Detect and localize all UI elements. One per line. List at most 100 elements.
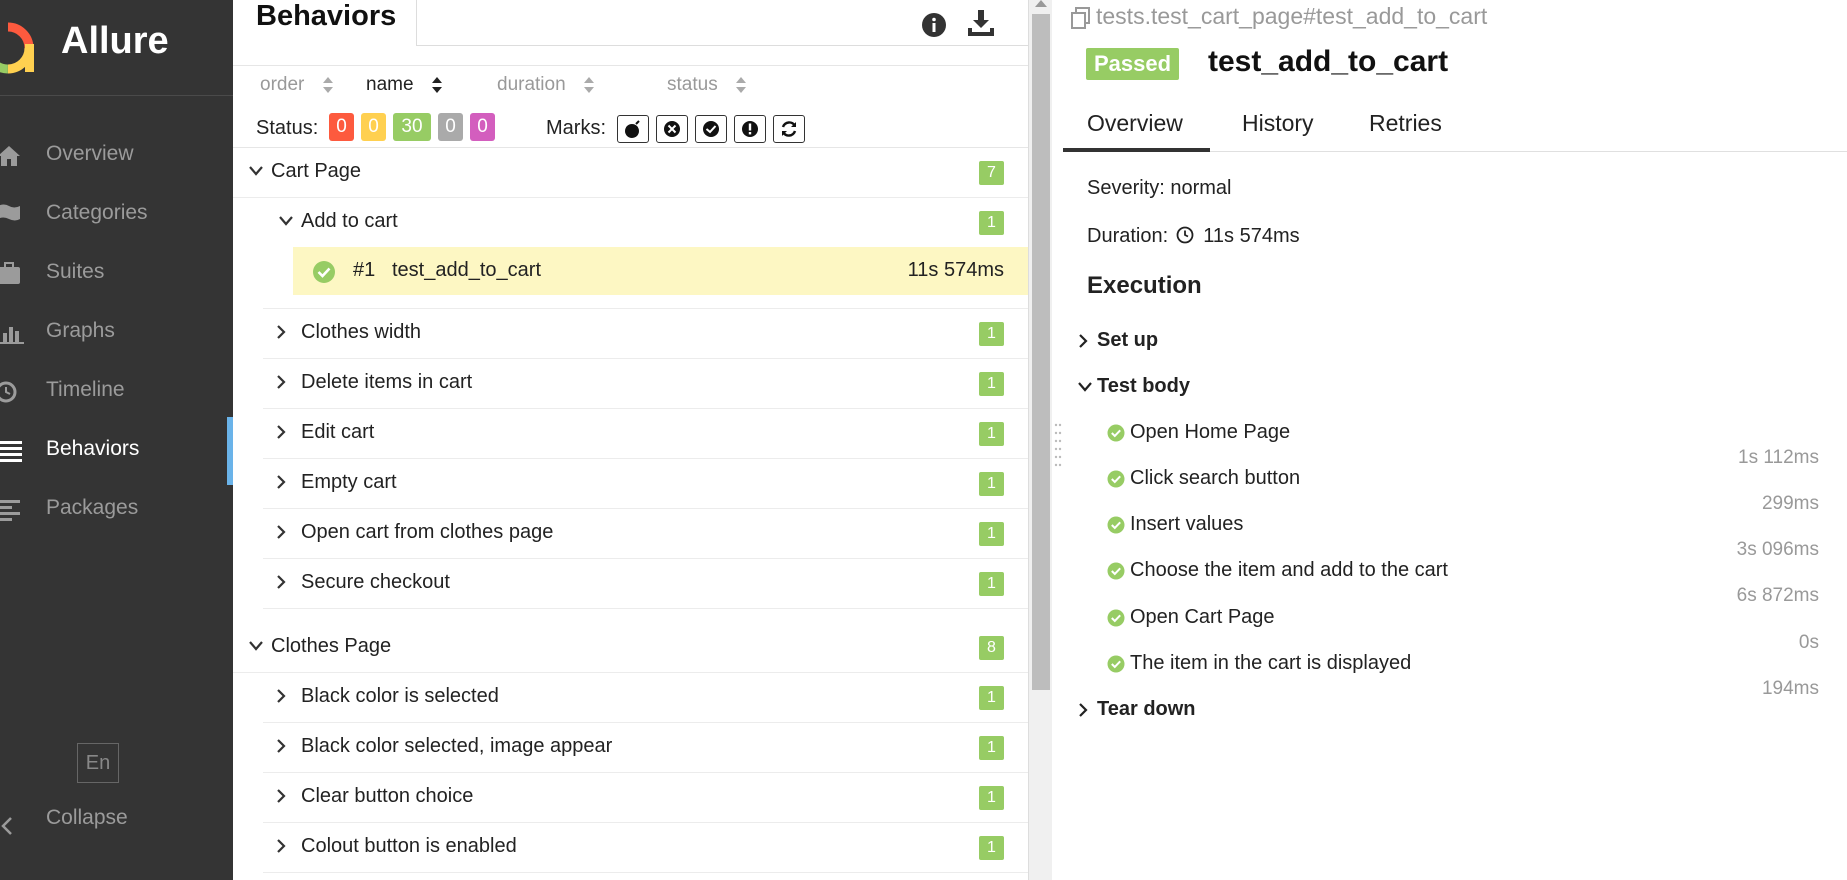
language-button[interactable]: En (77, 743, 119, 783)
count-badge: 1 (979, 736, 1004, 760)
step-row[interactable]: Insert values 3s 096ms (1063, 513, 1847, 562)
step-name: Insert values (1130, 513, 1244, 535)
download-icon[interactable] (966, 8, 996, 38)
group-row-cart-page[interactable]: Cart Page 7 (233, 148, 1028, 198)
info-icon[interactable] (921, 12, 947, 38)
nav-packages[interactable]: Packages (0, 482, 233, 538)
sort-by-name[interactable]: name (366, 74, 443, 96)
test-name: test_add_to_cart (392, 259, 541, 281)
chevron-left-icon (1, 817, 12, 835)
mark-new-passed-button[interactable] (695, 115, 727, 143)
nav-behaviors[interactable]: Behaviors (0, 417, 233, 485)
feature-label: Secure checkout (301, 571, 450, 593)
sort-ascending-icon (431, 76, 442, 93)
count-badge: 1 (979, 472, 1004, 496)
chevron-down-icon (279, 216, 293, 226)
step-name: Open Cart Page (1130, 606, 1275, 628)
scrollbar-thumb[interactable] (1032, 14, 1050, 690)
test-duration: 11s 574ms (907, 259, 1004, 281)
mark-new-broken-button[interactable] (734, 115, 766, 143)
step-row[interactable]: Choose the item and add to the cart 6s 8… (1063, 559, 1847, 608)
feature-label: Delete items in cart (301, 371, 473, 393)
sort-label: name (366, 74, 414, 95)
step-row[interactable]: Open Home Page 1s 112ms (1063, 421, 1847, 470)
test-row-selected[interactable]: #1 test_add_to_cart 11s 574ms (293, 247, 1028, 295)
nav-suites[interactable]: Suites (0, 246, 233, 302)
nav-graphs[interactable]: Graphs (0, 305, 233, 361)
feature-row-black-color[interactable]: Black color is selected 1 (263, 673, 1028, 723)
marks-filter-label: Marks: (546, 117, 606, 139)
page-title: Behaviors (256, 0, 397, 32)
feature-row-clear-button[interactable]: Clear button choice 1 (263, 773, 1028, 823)
nav-overview[interactable]: Overview (0, 128, 233, 184)
chevron-right-icon (277, 375, 286, 389)
feature-row-clothes-width[interactable]: Clothes width 1 (263, 309, 1028, 359)
feature-row-open-cart[interactable]: Open cart from clothes page 1 (263, 509, 1028, 559)
section-label: Test body (1097, 375, 1190, 397)
mark-new-failed-button[interactable] (656, 115, 688, 143)
status-filter-passed[interactable]: 30 (393, 113, 431, 141)
sidebar: Allure Overview Categories Suites Graphs… (0, 0, 233, 880)
feature-row-secure-checkout[interactable]: Secure checkout 1 (263, 559, 1028, 609)
sort-by-order[interactable]: order (260, 74, 334, 96)
nav-label: Overview (46, 142, 134, 165)
tab-retries[interactable]: Retries (1369, 108, 1442, 152)
chevron-right-icon (277, 475, 286, 489)
tab-history[interactable]: History (1242, 108, 1314, 152)
count-badge: 1 (979, 372, 1004, 396)
mark-flaky-button[interactable] (617, 115, 649, 143)
status-filter-broken[interactable]: 0 (361, 113, 386, 141)
collapse-button[interactable]: Collapse (0, 806, 233, 846)
behaviors-header: Behaviors (233, 0, 1128, 66)
status-filter-unknown[interactable]: 0 (470, 113, 495, 141)
feature-row-edit-cart[interactable]: Edit cart 1 (263, 409, 1028, 459)
group-row-clothes-page[interactable]: Clothes Page 8 (233, 623, 1028, 673)
step-row[interactable]: The item in the cart is displayed 194ms (1063, 652, 1847, 701)
feature-row-empty-cart[interactable]: Empty cart 1 (263, 459, 1028, 509)
duration-label: Duration: (1087, 225, 1169, 247)
clock-icon (1176, 226, 1194, 244)
step-row[interactable]: Open Cart Page 0s (1063, 606, 1847, 655)
chevron-right-icon (277, 425, 286, 439)
nav-label: Suites (46, 260, 105, 283)
drag-handle-icon[interactable] (1054, 420, 1062, 470)
nav-categories[interactable]: Categories (0, 187, 233, 243)
test-path[interactable]: tests.test_cart_page#test_add_to_cart (1070, 3, 1487, 30)
nav-label: Packages (46, 496, 139, 519)
sort-label: duration (497, 74, 566, 95)
status-filter-skipped[interactable]: 0 (438, 113, 463, 141)
step-row[interactable]: Click search button 299ms (1063, 467, 1847, 516)
passed-check-icon (1107, 470, 1125, 488)
search-input[interactable] (416, 0, 1128, 46)
detail-tabs: Overview History Retries (1063, 100, 1847, 152)
count-badge: 1 (979, 211, 1004, 235)
status-filter-failed[interactable]: 0 (329, 113, 354, 141)
count-badge: 1 (979, 836, 1004, 860)
chevron-down-icon (249, 166, 263, 176)
step-time: 3s 096ms (1736, 539, 1819, 560)
mark-retries-button[interactable] (773, 115, 805, 143)
step-name: Click search button (1130, 467, 1301, 489)
retries-icon (781, 121, 797, 137)
feature-row-add-to-cart[interactable]: Add to cart 1 (263, 198, 1028, 248)
feature-row-delete-items[interactable]: Delete items in cart 1 (263, 359, 1028, 409)
feature-row-colout-button[interactable]: Colout button is enabled 1 (263, 823, 1028, 873)
step-time: 0s (1798, 632, 1819, 653)
briefcase-icon (0, 262, 20, 284)
status-badge: Passed (1086, 48, 1180, 80)
nav-timeline[interactable]: Timeline (0, 364, 233, 420)
app-logo[interactable]: Allure (0, 0, 233, 96)
tab-overview[interactable]: Overview (1063, 108, 1210, 152)
passed-check-icon (313, 261, 335, 283)
chevron-right-icon (277, 689, 286, 703)
scroll-up-icon[interactable] (1035, 0, 1047, 7)
sort-by-status[interactable]: status (667, 74, 747, 96)
sort-by-duration[interactable]: duration (497, 74, 595, 96)
severity-label: Severity: normal (1087, 177, 1232, 199)
align-left-icon (0, 500, 20, 521)
group-label: Cart Page (271, 160, 362, 182)
feature-row-black-color-image[interactable]: Black color selected, image appear 1 (263, 723, 1028, 773)
count-badge: 8 (979, 636, 1004, 660)
scrollbar[interactable] (1028, 0, 1052, 880)
flag-icon (0, 204, 20, 221)
